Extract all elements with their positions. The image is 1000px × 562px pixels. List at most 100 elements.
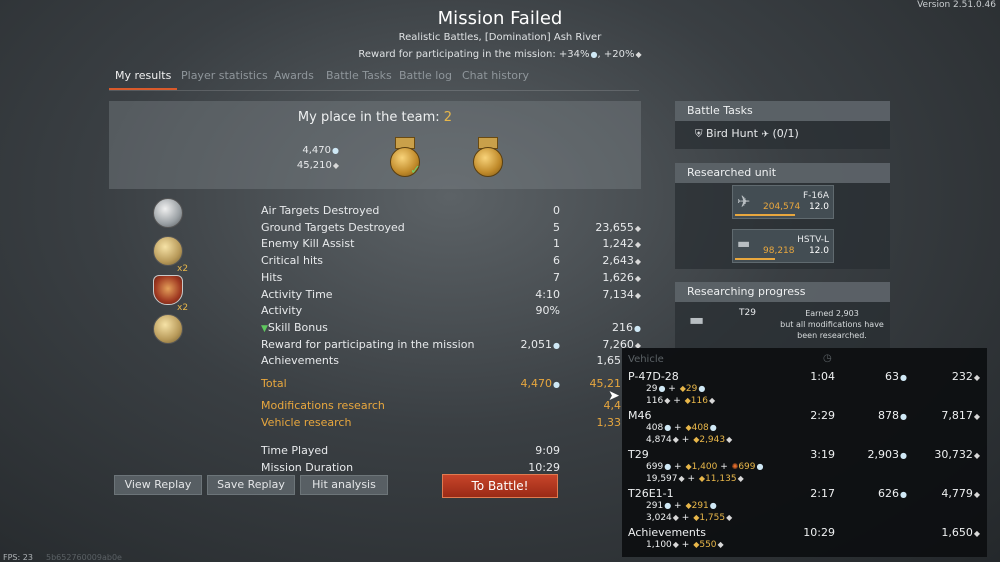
fps-counter: FPS: 23 [3,553,33,562]
researching-note-line: but all modifications have [780,320,884,329]
save-replay-button[interactable]: Save Replay [207,475,295,495]
silver-lion-icon: ◆ [332,161,339,170]
research-value: 1,33 [596,416,622,429]
vehicle-sl: 1,650 [941,526,973,539]
rp-icon: ● [664,462,672,471]
vehicle-sl-breakdown: 116◆ + ◆116◆ [646,396,716,406]
place-sl-value: 45,210 [296,160,332,171]
stat-reward-cell: 216● [561,321,641,334]
stat-name: Critical hits [261,254,324,267]
to-battle-button[interactable]: To Battle! [442,474,558,498]
award-multiplier: x2 [177,303,189,313]
page-title: Mission Failed [437,8,563,29]
time-row: Time Played 9:09 [261,444,561,460]
unit-rp: 204,574 [763,202,801,212]
silver-lion-icon: ◆ [634,224,641,233]
vehicle-sl: 4,779 [941,487,973,500]
vehicle-rp-breakdown: 291● + ◆291● [646,501,717,511]
stat-row: Hits 7 1,626◆ [261,271,641,287]
clock-icon: ◷ [823,353,832,364]
silver-lion-icon: ◆ [664,396,671,405]
researched-unit-card[interactable]: ✈ F-16A 204,574 12.0 [732,185,834,219]
vehicle-name: M46 [628,409,652,422]
stat-name: Ground Targets Destroyed [261,221,405,234]
vehicle-name: P-47D-28 [628,370,679,383]
silver-lion-icon: ◆ [678,474,685,483]
shield-award-icon[interactable] [153,275,183,305]
stat-reward: 1,626 [602,271,634,284]
silver-lion-icon: ◆ [737,474,744,483]
breakdown-value: 19,597 [646,474,678,484]
unit-name: F-16A [802,191,829,201]
vehicle-rp-cell: 878● [847,409,907,422]
vehicle-column-header: Vehicle [628,354,664,365]
vehicle-time: 1:04 [810,370,835,383]
silver-lion-icon: ◆ [672,540,679,549]
tab-my-results[interactable]: My results [109,69,178,90]
task-shield-icon: ⛨ [695,129,703,140]
hit-analysis-button[interactable]: Hit analysis [300,475,388,495]
rp-icon: ● [698,384,706,393]
tank-icon: ▬ [689,310,705,329]
vehicle-rp: 626 [878,487,900,500]
vehicle-rp: 63 [885,370,900,383]
breakdown-value: 116 [646,396,664,406]
stat-name: Reward for participating in the mission [261,338,475,351]
time-label: Mission Duration [261,461,354,471]
silver-lion-icon: ◆ [634,291,641,300]
tab-player-statistics[interactable]: Player statistics [175,69,274,90]
researching-progress-panel: Researching progress ▬ T29 Earned 2,903 … [675,282,890,348]
silver-lion-icon: ◆ [973,490,980,499]
silver-lion-icon: ◆ [717,540,724,549]
place-rp-row: 4,470● [259,145,339,156]
battle-task-item[interactable]: ⛨ Bird Hunt ✈ (0/1) [695,127,799,140]
stat-reward-cell: 23,655◆ [561,221,641,234]
fist-award-icon[interactable] [153,198,183,228]
rp-icon: ● [664,501,672,510]
battle-task-progress: (0/1) [772,127,799,140]
vehicle-sl-breakdown: 3,024◆ + ◆1,755◆ [646,513,733,523]
rp-icon: ● [900,412,907,421]
researching-progress-header: Researching progress [675,282,890,302]
silver-lion-icon: ◆ [726,513,733,522]
tab-battle-tasks[interactable]: Battle Tasks [320,69,398,90]
aircraft-icon: ✈ [761,130,769,140]
vehicle-rp: 2,903 [867,448,900,461]
stat-count: 5 [553,221,560,234]
mouse-cursor-icon: ➤ [608,388,620,404]
researched-unit-panel: Researched unit ✈ F-16A 204,574 12.0 ▬ H… [675,163,890,269]
team-place-label: My place in the team: 2 [109,110,641,125]
researched-unit-card[interactable]: ▬ HSTV-L 98,218 12.0 [732,229,834,263]
vehicle-sl-cell: 232◆ [917,370,980,383]
stat-count: 6 [553,254,560,267]
reward-prefix: Reward for participating in the mission: [358,49,559,60]
star-medal-icon[interactable] [473,147,503,177]
vehicle-time: 2:17 [810,487,835,500]
silver-lion-icon: ◆ [672,513,679,522]
unit-br: 12.0 [808,246,829,256]
stat-name: Activity Time [261,288,333,301]
breakdown-bonus: 116 [690,396,708,406]
stat-name: Hits [261,271,283,284]
stat-name: Activity [261,304,303,317]
results-tabs: My results Player statistics Awards Batt… [109,69,639,91]
tab-battle-log[interactable]: Battle log [393,69,458,90]
stat-row: Activity Time 4:10 7,134◆ [261,288,641,304]
rp-icon: ● [590,50,598,59]
vehicle-tooltip-table: Vehicle ◷ P-47D-28 1:04 63● 232◆ 29● + ◆… [622,348,987,557]
stat-reward-cell: 1,242◆ [561,237,641,250]
breakdown-value: 29 [646,384,658,394]
reward-sl-value: +20% [603,49,635,60]
breakdown-bonus: 1,755 [699,513,726,523]
reward-line: Reward for participating in the mission:… [358,49,642,60]
emblem-award-icon[interactable] [153,314,183,344]
tab-awards[interactable]: Awards [268,69,320,90]
time-row: Mission Duration 10:29 [261,461,561,471]
tab-chat-history[interactable]: Chat history [456,69,535,90]
vehicle-sl-breakdown: 1,100◆ + ◆550◆ [646,540,724,550]
breakdown-booster: 699 [738,462,756,472]
vehicle-rp-cell: 626● [847,487,907,500]
vehicle-sl-breakdown: 19,597◆ + ◆11,135◆ [646,474,744,484]
view-replay-button[interactable]: View Replay [114,475,202,495]
wings-award-icon[interactable] [153,236,183,266]
